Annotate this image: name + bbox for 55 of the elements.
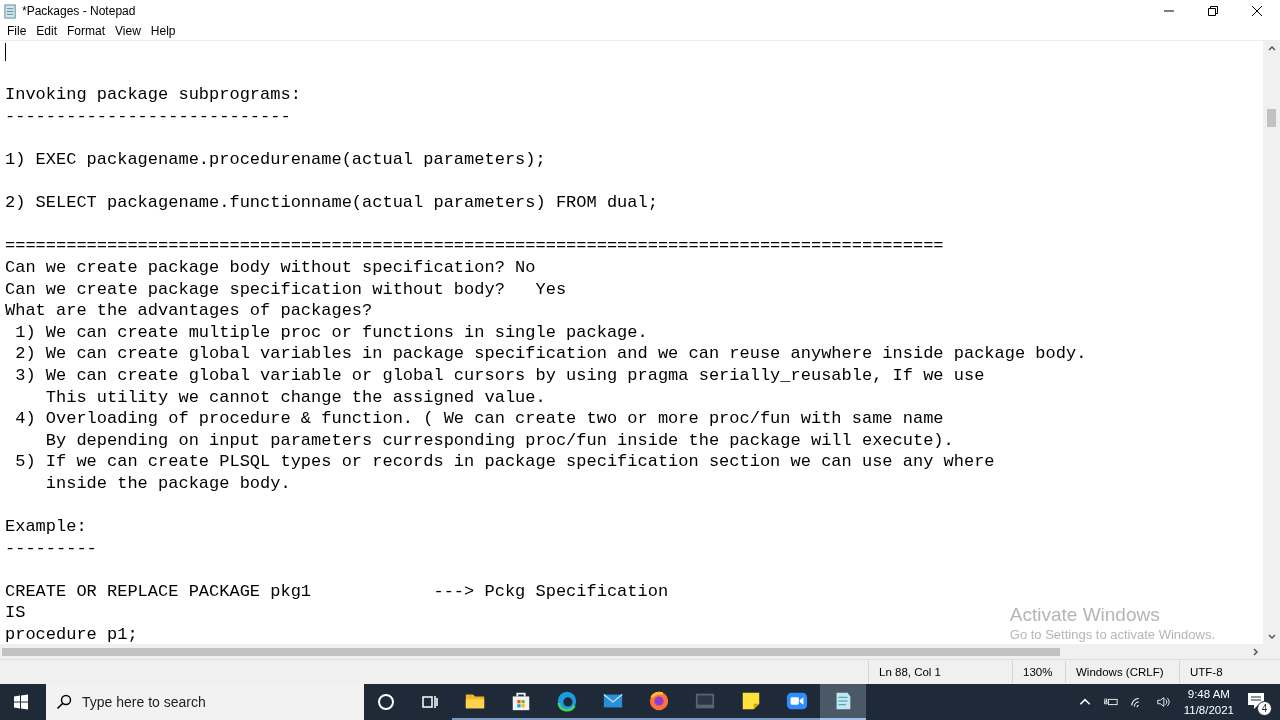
scroll-down-icon[interactable] — [1266, 631, 1277, 641]
text-cursor — [5, 43, 6, 61]
text-line: 2) We can create global variables in package specification and we can reuse anywhere inside package body. — [14, 343, 1087, 365]
text-line: inside the package body. — [44, 472, 291, 495]
activation-title: Activate Windows — [1009, 604, 1161, 626]
text-line: 4) Overloading of procedure & function. ( We can create two or more proc/fun with same name — [14, 408, 944, 430]
scroll-right-icon[interactable] — [1250, 646, 1260, 657]
text-line: ============================================================================================ — [5, 235, 944, 257]
text-line: 3) We can create global variable or global cursors by using pragma serially_reusable, If we use — [14, 364, 985, 387]
text-line: 5) If we can create PLSQL types or records in package specification section we can use any where — [14, 451, 995, 473]
vertical-scrollbar[interactable] — [1263, 41, 1280, 644]
text-line: By depending on input parameters curresponding proc/fun inside the package will execute). — [44, 429, 954, 452]
menu-item[interactable]: Format — [62, 24, 111, 38]
text-line: This utility we cannot change the assigned value. — [44, 386, 546, 409]
scroll-thumb[interactable] — [1267, 109, 1276, 127]
clock-time[interactable]: 9:48 AM — [1187, 686, 1230, 702]
status-text: Ln 88, Col 1 — [868, 661, 1012, 683]
clock-date[interactable]: 11/8/2021 — [1183, 702, 1234, 718]
notepad-icon — [3, 3, 18, 19]
text-line: Can we create package specification without body? Yes — [5, 278, 567, 301]
text-line: What are the advantages of packages? — [5, 300, 373, 322]
text-line: Invoking package subprograms: — [5, 84, 301, 106]
status-text: 130% — [1012, 661, 1065, 683]
browser-icon[interactable] — [556, 690, 578, 712]
speaker-icon[interactable] — [1155, 695, 1170, 709]
fox-browser-icon[interactable] — [648, 690, 670, 712]
text-line: CREATE OR REPLACE PACKAGE pkg1 ---> Pckg Specification — [5, 580, 669, 603]
windows-start-icon[interactable] — [13, 694, 29, 710]
status-text: Windows (CRLF) — [1065, 661, 1179, 683]
circle-icon[interactable] — [376, 692, 396, 712]
text-line: 2) SELECT packagename.functionname(actual parameters) FROM dual; — [5, 192, 658, 214]
close-icon[interactable] — [1252, 6, 1262, 16]
video-camera-icon[interactable] — [786, 690, 808, 712]
text-line: Can we create package body without specification? No — [5, 256, 536, 279]
menu-item[interactable]: Edit — [31, 24, 63, 38]
text-line: 1) We can create multiple proc or functions in single package. — [14, 321, 648, 344]
menu-item[interactable]: View — [110, 24, 146, 38]
restore-icon[interactable] — [1208, 6, 1218, 16]
text-line: ---------------------------- — [5, 105, 291, 128]
horizontal-scrollbar[interactable] — [0, 644, 1280, 659]
window-title: *Packages - Notepad — [22, 4, 137, 18]
scroll-thumb[interactable] — [2, 647, 1060, 656]
notification-count-badge: 4 — [1257, 701, 1272, 716]
text-line: 1) EXEC packagename.procedurename(actual parameters); — [5, 148, 546, 171]
text-line: --------- — [5, 537, 97, 560]
status-text: UTF-8 — [1179, 661, 1280, 683]
text-line: Example: — [5, 516, 87, 538]
menu-item[interactable]: File — [2, 24, 32, 38]
search-field[interactable]: Type here to search — [46, 684, 364, 720]
shopping-bag-icon[interactable] — [510, 690, 532, 712]
activation-message: Go to Settings to activate Windows. — [1009, 626, 1215, 644]
text-line: IS — [5, 602, 26, 625]
sticky-note-icon[interactable] — [740, 690, 762, 712]
text-line: procedure p1; — [5, 624, 138, 644]
menu-item[interactable]: Help — [145, 24, 181, 38]
